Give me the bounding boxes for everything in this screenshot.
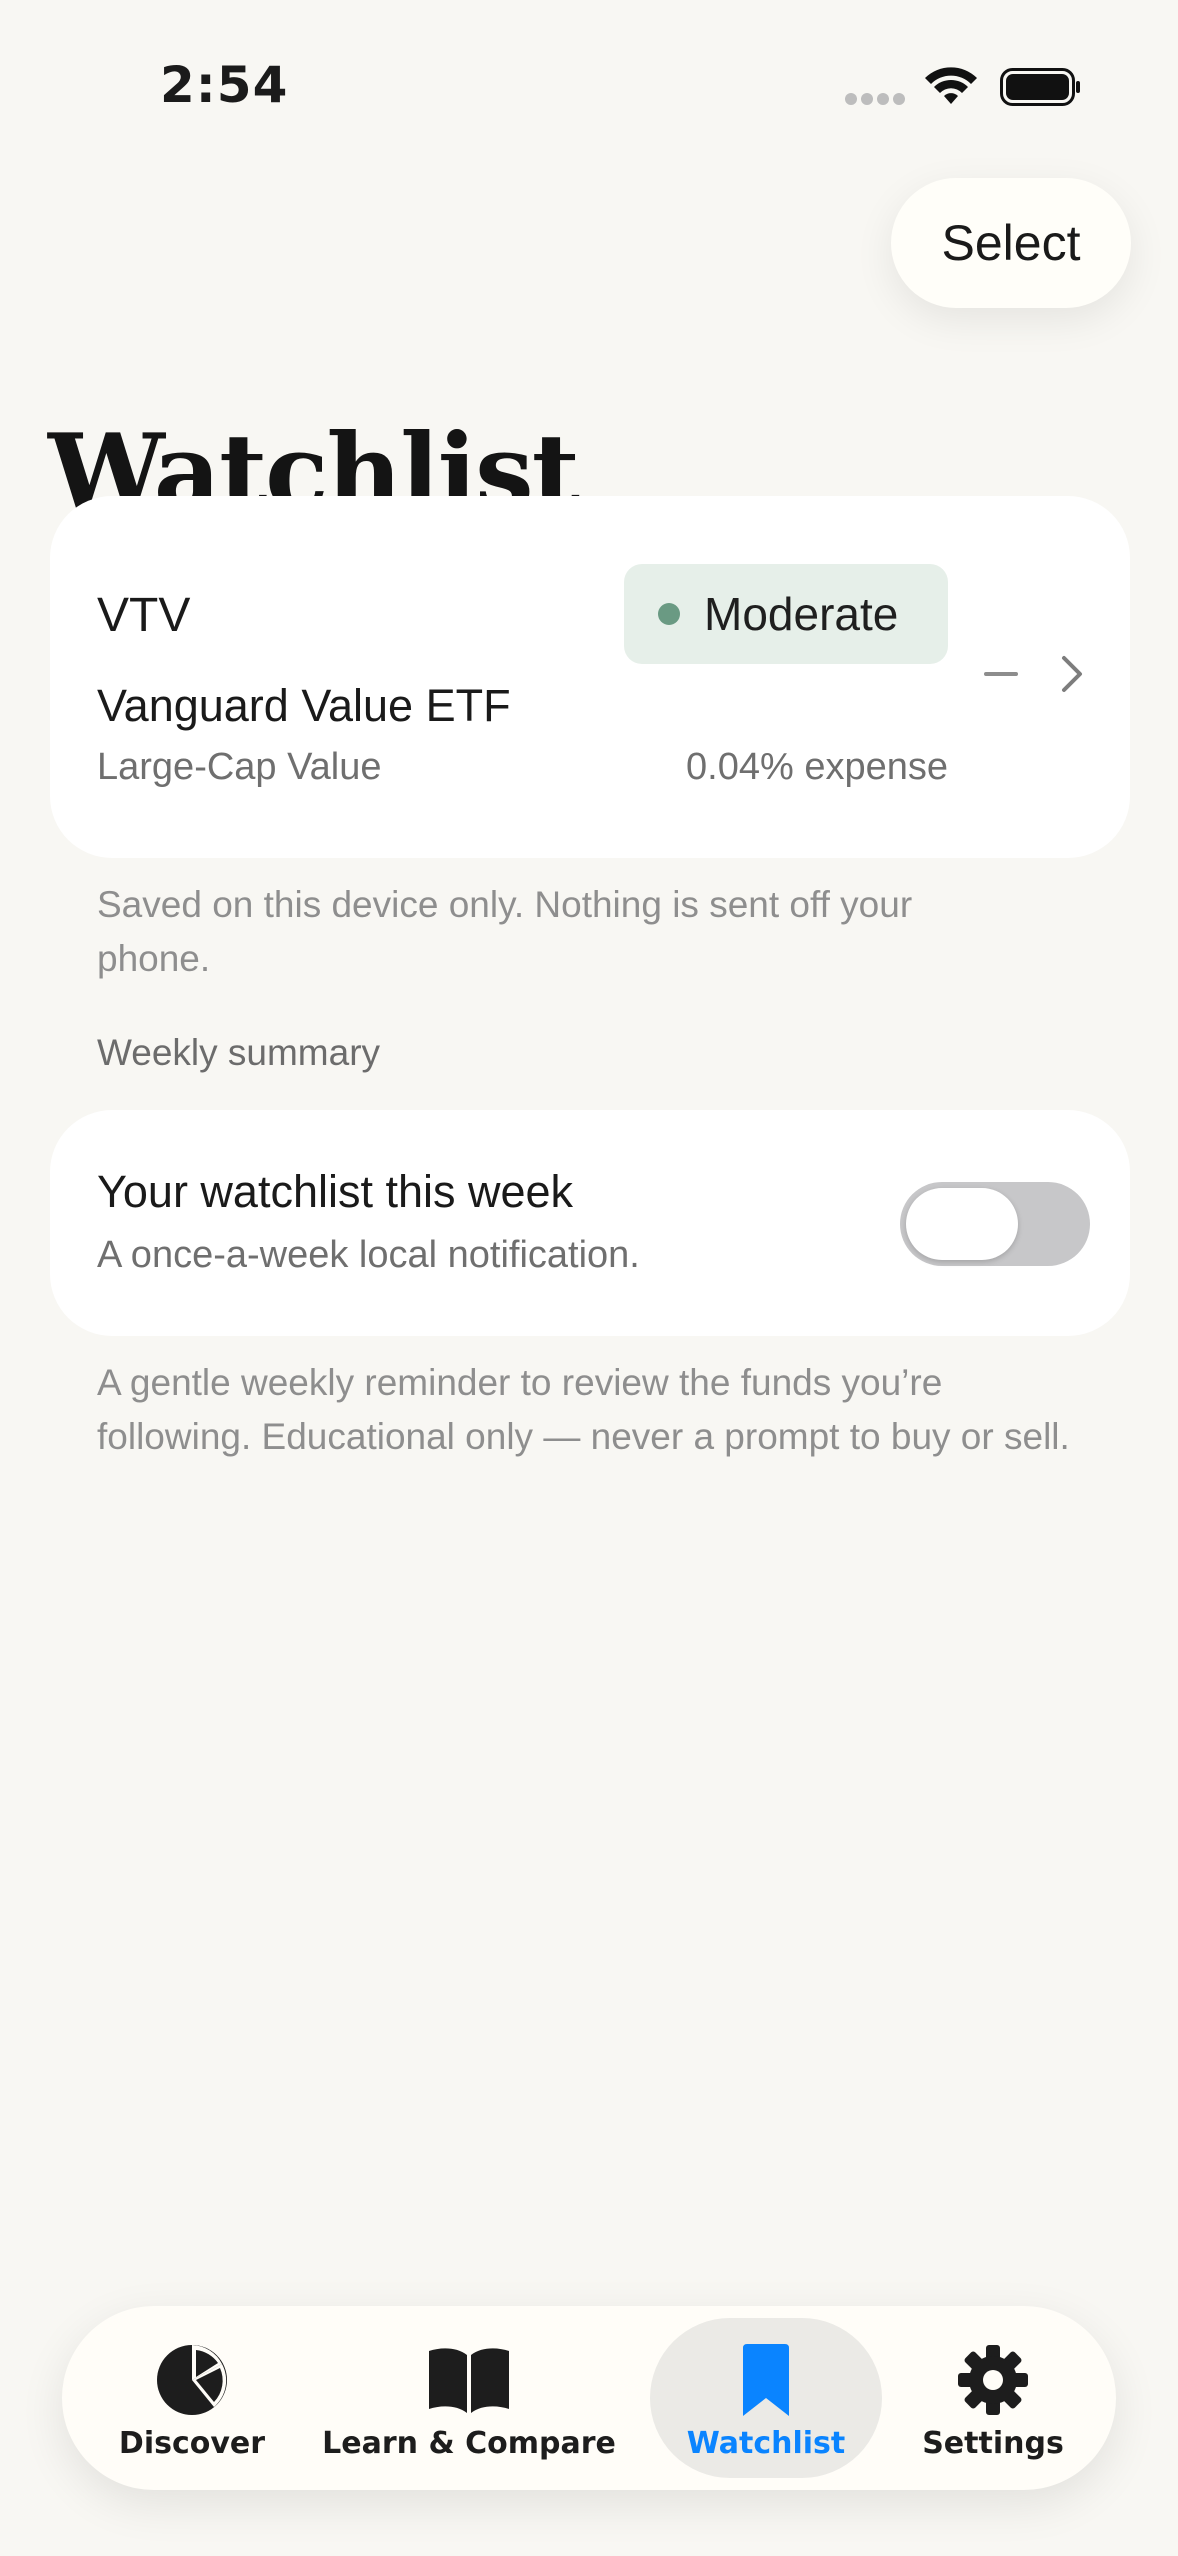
status-bar: 2:54 (0, 0, 1178, 140)
tab-watchlist[interactable]: Watchlist (650, 2306, 882, 2490)
battery-icon (1000, 68, 1080, 106)
fund-category: Large-Cap Value (97, 746, 382, 788)
fund-name: Vanguard Value ETF (97, 680, 511, 731)
tab-settings[interactable]: Settings (908, 2306, 1078, 2490)
weekly-summary-row: Your watchlist this week A once-a-week l… (50, 1110, 1130, 1336)
select-button[interactable]: Select (891, 178, 1131, 308)
weekly-summary-note: A gentle weekly reminder to review the f… (97, 1362, 1070, 1457)
status-time: 2:54 (160, 56, 289, 114)
tab-discover[interactable]: Discover (102, 2306, 282, 2490)
tab-bar: Discover Learn & Compare Watchlist Setti… (62, 2306, 1116, 2490)
weekly-summary-title: Your watchlist this week (97, 1166, 574, 1217)
tab-label: Settings (922, 2426, 1064, 2461)
minus-icon[interactable] (984, 672, 1018, 676)
fund-row[interactable]: VTV Moderate Vanguard Value ETF Large-Ca… (50, 496, 1130, 858)
risk-dot-icon (658, 603, 680, 625)
bookmark-icon (743, 2344, 789, 2416)
device-storage-note: Saved on this device only. Nothing is se… (97, 884, 913, 979)
pie-chart-icon (157, 2345, 227, 2415)
gear-icon (958, 2345, 1028, 2415)
fund-expense: 0.04% expense (686, 746, 948, 788)
risk-badge: Moderate (624, 564, 948, 664)
book-icon (429, 2348, 509, 2413)
risk-label: Moderate (704, 588, 899, 640)
tab-learn-compare[interactable]: Learn & Compare (322, 2306, 616, 2490)
fund-ticker: VTV (97, 589, 191, 642)
weekly-summary-subtitle: A once-a-week local notification. (97, 1234, 640, 1276)
tab-label: Discover (118, 2426, 266, 2461)
tab-label: Watchlist (686, 2426, 846, 2461)
weekly-summary-toggle[interactable] (900, 1182, 1090, 1266)
wifi-icon (925, 67, 977, 104)
section-label-weekly: Weekly summary (97, 1032, 381, 1073)
toggle-knob (906, 1188, 1018, 1260)
cellular-signal-icon (845, 92, 909, 110)
tab-label: Learn & Compare (322, 2426, 616, 2461)
chevron-right-icon[interactable] (1058, 652, 1088, 696)
